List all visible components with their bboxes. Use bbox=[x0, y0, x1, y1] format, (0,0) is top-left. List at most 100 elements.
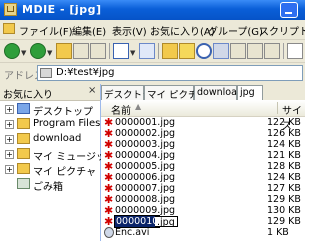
file-row[interactable]: ✱ 0000007.jpg 127 KB bbox=[101, 183, 305, 194]
folder-icon bbox=[3, 23, 15, 34]
chevron-down-icon[interactable]: ▼ bbox=[21, 49, 26, 57]
move-icon[interactable] bbox=[247, 43, 263, 59]
file-size: 121 KB bbox=[267, 150, 301, 161]
folder-tree-icon[interactable] bbox=[213, 43, 229, 59]
menu-view[interactable]: 表示(V) bbox=[112, 23, 147, 38]
address-path: D:¥test¥jpg bbox=[56, 67, 115, 78]
file-row[interactable]: ✱ 0000005.jpg 128 KB bbox=[101, 161, 305, 172]
forward-icon[interactable] bbox=[30, 43, 46, 59]
file-size: 130 KB bbox=[267, 205, 301, 216]
desktop-icon bbox=[17, 103, 30, 114]
file-row[interactable]: ✱ 0000001.jpg 122 KB bbox=[101, 117, 305, 128]
tree-node-label: デスクトップ bbox=[33, 107, 93, 118]
sort-icon[interactable] bbox=[139, 43, 155, 59]
column-name-header[interactable]: 名前 bbox=[111, 102, 131, 117]
menu-favorites[interactable]: お気に入り(A) bbox=[150, 23, 215, 38]
up-folder-icon[interactable] bbox=[56, 43, 72, 59]
file-name: 0000009.jpg bbox=[115, 205, 176, 216]
tree-node-desktop[interactable]: + デスクトップ bbox=[0, 102, 100, 118]
tab-desktop[interactable]: デスクトップ bbox=[101, 85, 161, 101]
app-icon bbox=[4, 3, 17, 16]
tree-node-my-pictures[interactable]: + マイ ピクチャ bbox=[0, 162, 100, 178]
menu-group[interactable]: グループ(G) bbox=[208, 23, 263, 38]
recycle-bin-icon bbox=[17, 178, 30, 189]
file-row[interactable]: ✱ 0000004.jpg 121 KB bbox=[101, 150, 305, 161]
file-row[interactable]: ✱ 0000009.jpg 130 KB bbox=[101, 205, 305, 216]
view-mode-icon[interactable] bbox=[113, 43, 129, 59]
file-name: 0000005.jpg bbox=[115, 161, 176, 172]
favorites-title: お気に入り bbox=[3, 90, 53, 101]
tree-node-program-files[interactable]: + Program Files bbox=[0, 117, 100, 131]
file-row-renaming[interactable]: ✱ 0000010 .jpg 129 KB bbox=[101, 215, 305, 228]
file-name: 0000006.jpg bbox=[115, 172, 176, 183]
tree-node-label: Program Files bbox=[33, 118, 101, 129]
drive-icon bbox=[40, 68, 52, 78]
file-name: 0000008.jpg bbox=[115, 194, 176, 205]
tree-node-my-music[interactable]: + マイ ミュージック bbox=[0, 147, 116, 163]
video-file-icon bbox=[104, 227, 114, 238]
menu-bar: ファイル(F) 編集(E) 表示(V) お気に入り(A) グループ(G) スクリ… bbox=[0, 20, 305, 40]
column-divider[interactable] bbox=[277, 102, 278, 114]
chevron-down-icon[interactable]: ▼ bbox=[130, 49, 135, 57]
file-list-pane: デスクトップ マイ ピクチャ download jpg 名前 ▲ サイズ ✱ 0… bbox=[101, 84, 305, 241]
tree-node-download[interactable]: + download bbox=[0, 132, 100, 146]
tab-my-pictures[interactable]: マイ ピクチャ bbox=[144, 85, 207, 101]
jpg-file-icon: ✱ bbox=[104, 215, 114, 228]
folder-icon bbox=[17, 118, 30, 129]
tab-jpg[interactable]: jpg bbox=[237, 85, 263, 101]
tab-download[interactable]: download bbox=[194, 85, 243, 100]
expand-icon[interactable]: + bbox=[5, 165, 14, 174]
file-size: 122 KB bbox=[267, 117, 301, 128]
favorites-header: お気に入り × bbox=[0, 84, 100, 101]
cut-icon[interactable] bbox=[287, 43, 303, 59]
address-bar: アドレス D:¥test¥jpg bbox=[0, 63, 305, 83]
sort-arrow-icon: ▲ bbox=[135, 102, 142, 111]
refresh-icon[interactable] bbox=[73, 43, 89, 59]
menu-script[interactable]: スクリプト(S) bbox=[259, 23, 305, 38]
file-size: 128 KB bbox=[267, 161, 301, 172]
tree-node-label: ごみ箱 bbox=[33, 182, 63, 193]
search-icon[interactable] bbox=[196, 43, 212, 59]
chevron-down-icon[interactable]: ▼ bbox=[47, 49, 52, 57]
expand-icon[interactable]: + bbox=[5, 120, 14, 129]
toolbar-divider bbox=[283, 43, 284, 59]
toolbar-divider bbox=[158, 43, 159, 59]
file-name: Enc.avi bbox=[115, 227, 150, 238]
home-icon[interactable] bbox=[90, 43, 106, 59]
close-icon[interactable]: × bbox=[88, 85, 96, 96]
rename-input-selection[interactable]: 0000010 bbox=[113, 215, 161, 228]
new-folder-icon[interactable] bbox=[162, 43, 178, 59]
expand-icon[interactable]: + bbox=[5, 135, 14, 144]
file-size: 126 KB bbox=[267, 128, 301, 139]
file-row[interactable]: Enc.avi 1 KB bbox=[101, 227, 305, 238]
expand-icon[interactable]: + bbox=[5, 105, 14, 114]
tree-node-recycle-bin[interactable]: ごみ箱 bbox=[0, 177, 100, 193]
back-icon[interactable] bbox=[4, 43, 20, 59]
title-bar[interactable]: MDIE - [jpg] bbox=[0, 0, 305, 20]
file-row[interactable]: ✱ 0000003.jpg 124 KB bbox=[101, 139, 305, 150]
rename-input-extension[interactable]: .jpg bbox=[155, 216, 178, 228]
menu-edit[interactable]: 編集(E) bbox=[72, 23, 106, 38]
file-name: 0000002.jpg bbox=[115, 128, 176, 139]
file-size: 129 KB bbox=[267, 216, 301, 227]
copy-icon[interactable] bbox=[230, 43, 246, 59]
file-size: 1 KB bbox=[267, 227, 289, 238]
address-input[interactable]: D:¥test¥jpg bbox=[37, 65, 303, 81]
favorite-star-icon[interactable] bbox=[179, 43, 195, 59]
folder-icon bbox=[17, 133, 30, 144]
menu-file[interactable]: ファイル(F) bbox=[19, 23, 73, 38]
expand-icon[interactable]: + bbox=[5, 150, 14, 159]
file-row[interactable]: ✱ 0000008.jpg 129 KB bbox=[101, 194, 305, 205]
tree-node-label: マイ ピクチャ bbox=[33, 167, 97, 178]
file-row[interactable]: ✱ 0000006.jpg 124 KB bbox=[101, 172, 305, 183]
favorites-tree-panel: お気に入り × + デスクトップ + Program Files + downl… bbox=[0, 84, 116, 241]
music-folder-icon bbox=[17, 148, 30, 159]
toolbar-divider bbox=[109, 43, 110, 59]
file-size: 129 KB bbox=[267, 194, 301, 205]
file-size: 127 KB bbox=[267, 183, 301, 194]
file-row[interactable]: ✱ 0000002.jpg 126 KB bbox=[101, 128, 305, 139]
minimize-button[interactable] bbox=[280, 2, 298, 18]
folder-tabs: デスクトップ マイ ピクチャ download jpg bbox=[101, 84, 305, 101]
file-size: 124 KB bbox=[267, 172, 301, 183]
properties-icon[interactable] bbox=[264, 43, 280, 59]
